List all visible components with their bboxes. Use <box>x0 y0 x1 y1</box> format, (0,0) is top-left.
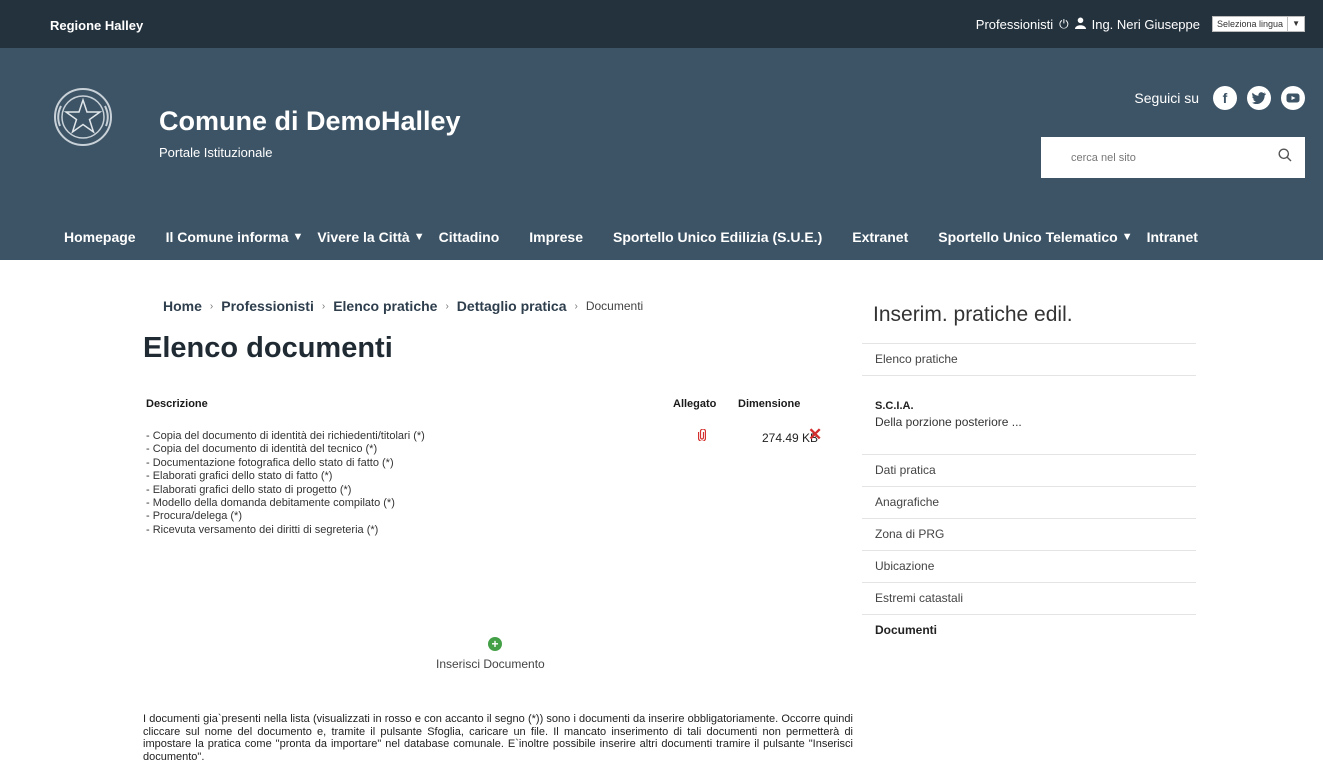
practice-description: Della porzione posteriore ... <box>875 415 1022 429</box>
sidebar-item-elenco-pratiche[interactable]: Elenco pratiche <box>862 343 1196 375</box>
breadcrumb-home[interactable]: Home <box>163 298 202 314</box>
breadcrumb-dettaglio-pratica[interactable]: Dettaglio pratica <box>457 298 567 314</box>
breadcrumb-separator: › <box>321 300 326 312</box>
sidebar-item-zona-di-prg[interactable]: Zona di PRG <box>862 518 1196 550</box>
breadcrumb-professionisti[interactable]: Professionisti <box>221 298 314 314</box>
social-links: Seguici su f <box>1134 86 1305 110</box>
document-row-link[interactable]: - Documentazione fotografica dello stato… <box>146 457 425 470</box>
facebook-icon[interactable]: f <box>1213 86 1237 110</box>
document-row-link[interactable]: - Modello della domanda debitamente comp… <box>146 497 425 510</box>
follow-label: Seguici su <box>1134 90 1199 106</box>
main-nav: Homepage Il Comune informa ▼ Vivere la Ci… <box>0 214 1323 260</box>
nav-item-extranet[interactable]: Extranet <box>852 229 908 245</box>
breadcrumb: Home › Professionisti › Elenco pratiche … <box>163 298 643 314</box>
sidebar-item-estremi-catastali[interactable]: Estremi catastali <box>862 582 1196 614</box>
column-header-attachment: Allegato <box>673 398 717 410</box>
youtube-icon[interactable] <box>1281 86 1305 110</box>
site-subtitle: Portale Istituzionale <box>159 145 273 160</box>
sidebar-item-anagrafiche[interactable]: Anagrafiche <box>862 486 1196 518</box>
document-row-link[interactable]: - Copia del documento di identità dei ri… <box>146 430 425 443</box>
nav-item-label: Imprese <box>529 229 583 245</box>
column-header-description: Descrizione <box>146 398 208 410</box>
search-input[interactable] <box>1041 137 1265 178</box>
nav-item-homepage[interactable]: Homepage <box>64 229 136 245</box>
insert-document-link[interactable]: Inserisci Documento <box>436 657 545 671</box>
site-search <box>1041 137 1305 178</box>
document-row-link[interactable]: - Ricevuta versamento dei diritti di seg… <box>146 524 425 537</box>
practice-type: S.C.I.A. <box>875 400 914 412</box>
instructions-note: I documenti gia`presenti nella lista (vi… <box>143 713 853 763</box>
breadcrumb-separator: › <box>209 300 214 312</box>
breadcrumb-elenco-pratiche[interactable]: Elenco pratiche <box>333 298 437 314</box>
sidebar-item-label: Documenti <box>875 623 938 637</box>
sidebar-item-label: Zona di PRG <box>875 527 945 541</box>
document-row-link[interactable]: - Elaborati grafici dello stato di proge… <box>146 484 425 497</box>
nav-item-label: Sportello Unico Edilizia (S.U.E.) <box>612 229 823 245</box>
sidebar-item-label: Estremi catastali <box>875 591 964 605</box>
site-title[interactable]: Comune di DemoHalley <box>159 106 461 137</box>
nav-item-imprese[interactable]: Imprese <box>529 229 583 245</box>
nav-item-label: Extranet <box>852 229 909 245</box>
nav-item-label: Il Comune informa <box>165 229 289 245</box>
nav-item-il-comune-informa[interactable]: Il Comune informa ▼ <box>166 229 304 245</box>
sidebar-item-dati-pratica[interactable]: Dati pratica <box>862 454 1196 486</box>
coat-of-arms-logo[interactable] <box>52 86 114 148</box>
breadcrumb-separator: › <box>445 300 449 312</box>
sidebar-title: Inserim. pratiche edil. <box>873 303 1073 326</box>
sidebar-item-label: Ubicazione <box>875 559 935 573</box>
power-icon[interactable]: ⏻ <box>1059 17 1069 32</box>
document-row-link[interactable]: - Elaborati grafici dello stato di fatto… <box>146 470 425 483</box>
sidebar-item-label: Anagrafiche <box>875 495 940 509</box>
nav-item-vivere-la-citta[interactable]: Vivere la Città ▼ <box>317 229 424 245</box>
language-select-label: Seleziona lingua <box>1217 19 1284 29</box>
add-document-icon[interactable]: + <box>488 637 502 651</box>
language-select[interactable]: Seleziona lingua ▼ <box>1212 16 1305 32</box>
twitter-icon[interactable] <box>1247 86 1271 110</box>
search-icon[interactable] <box>1265 148 1305 167</box>
chevron-down-icon: ▼ <box>1121 231 1133 243</box>
breadcrumb-separator: › <box>574 300 578 312</box>
chevron-down-icon: ▼ <box>292 231 304 243</box>
sidebar-item-documenti[interactable]: Documenti <box>862 614 1196 646</box>
nav-item-label: Vivere la Città <box>317 229 410 245</box>
professionals-link[interactable]: Professionisti <box>976 17 1053 32</box>
user-name[interactable]: Ing. Neri Giuseppe <box>1092 17 1200 32</box>
document-row-link[interactable]: - Copia del documento di identità del te… <box>146 443 425 456</box>
document-row-link[interactable]: - Procura/delega (*) <box>146 510 425 523</box>
sidebar-item-ubicazione[interactable]: Ubicazione <box>862 550 1196 582</box>
nav-item-label: Sportello Unico Telematico <box>938 229 1118 245</box>
page-title: Elenco documenti <box>143 332 393 364</box>
chevron-down-icon: ▼ <box>413 231 425 243</box>
nav-item-intranet[interactable]: Intranet <box>1147 229 1198 245</box>
nav-item-label: Homepage <box>64 229 136 245</box>
region-link[interactable]: Regione Halley <box>50 0 143 52</box>
user-icon <box>1074 17 1086 32</box>
sidebar-item-label: Dati pratica <box>875 463 936 477</box>
top-bar: Regione Halley Professionisti ⏻ Ing. Ner… <box>0 0 1323 48</box>
sidebar-item-label: Elenco pratiche <box>875 352 958 366</box>
column-header-size: Dimensione <box>738 398 801 410</box>
nav-item-label: Cittadino <box>438 229 500 245</box>
nav-item-sue[interactable]: Sportello Unico Edilizia (S.U.E.) <box>613 229 822 245</box>
chevron-down-icon: ▼ <box>1287 17 1304 31</box>
nav-item-sportello-unico-telematico[interactable]: Sportello Unico Telematico ▼ <box>938 229 1132 245</box>
document-list: - Copia del documento di identità dei ri… <box>146 430 425 537</box>
top-bar-right: Professionisti ⏻ Ing. Neri Giuseppe Sele… <box>976 16 1305 32</box>
attachment-icon[interactable] <box>697 428 707 444</box>
breadcrumb-current: Documenti <box>585 299 644 313</box>
delete-icon[interactable]: ✕ <box>808 425 822 445</box>
nav-item-cittadino[interactable]: Cittadino <box>439 229 500 245</box>
nav-item-label: Intranet <box>1146 229 1198 245</box>
